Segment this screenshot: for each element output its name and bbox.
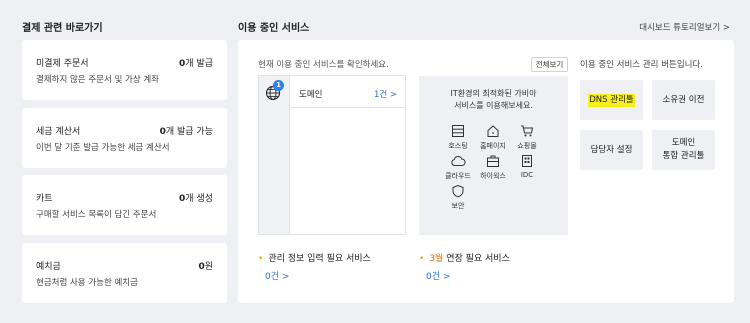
domain-service-row[interactable]: 도메인 1건 > <box>290 76 405 108</box>
renewal-required-count-link[interactable]: 0건 > <box>426 269 450 282</box>
domain-integrated-manager-button[interactable]: 도메인 통합 관리툴 <box>652 130 715 170</box>
hosting-icon <box>452 125 464 137</box>
card-count: 0개 발급 <box>179 59 213 69</box>
promo-hosting[interactable]: 호스팅 <box>441 124 475 151</box>
card-name: 세금 계산서 <box>36 127 81 137</box>
services-panel: 현재 이용 중인 서비스를 확인하세요. 전체보기 1 도메인 1건 > IT환… <box>238 40 734 303</box>
service-count-badge: 1 <box>273 80 284 91</box>
dns-manager-label: DNS 관리툴 <box>588 93 635 107</box>
cloud-icon <box>451 156 466 166</box>
info-required-label: • 관리 정보 입력 필요 서비스 <box>258 254 371 264</box>
services-intro: 현재 이용 중인 서비스를 확인하세요. <box>258 60 389 70</box>
promo-shopping[interactable]: 쇼핑몰 <box>510 124 544 151</box>
promo-hiworks[interactable]: 하이웍스 <box>476 154 510 181</box>
card-count: 0개 발급 가능 <box>159 127 213 137</box>
contact-settings-button[interactable]: 담당자 설정 <box>580 130 643 170</box>
promo-cloud[interactable]: 클라우드 <box>441 154 475 181</box>
dns-manager-button[interactable]: DNS 관리툴 <box>580 80 643 120</box>
promo-security[interactable]: 보안 <box>441 184 475 211</box>
promo-text-line2: 서비스를 이용해보세요. <box>454 101 533 110</box>
card-desc: 결제하지 않은 주문서 및 가상 계좌 <box>36 75 159 85</box>
tutorial-link[interactable]: 대시보드 튜토리얼보기 > <box>639 21 730 33</box>
payment-section-title: 결제 관련 바로가기 <box>22 23 103 34</box>
domain-label: 도메인 <box>299 90 323 100</box>
renewal-required-label: • 3월 연장 필요 서비스 <box>419 254 510 264</box>
card-name: 미결제 주문서 <box>36 59 89 69</box>
management-note: 이용 중인 서비스 관리 버튼입니다. <box>580 60 703 70</box>
view-all-button[interactable]: 전체보기 <box>531 57 568 72</box>
ownership-transfer-button[interactable]: 소유권 이전 <box>652 80 715 120</box>
promo-homepage[interactable]: 홈페이지 <box>476 124 510 151</box>
promo-idc[interactable]: IDC <box>510 154 544 179</box>
service-promo-box: IT환경의 최적화된 가비아 서비스를 이용해보세요. 호스팅 홈페이지 쇼핑몰… <box>419 76 568 235</box>
card-name: 예치금 <box>36 262 61 272</box>
domain-count-link[interactable]: 1건 > <box>374 88 397 100</box>
shopping-cart-icon <box>521 125 534 137</box>
hiworks-icon <box>487 155 499 167</box>
service-list-sidebar: 1 <box>259 76 290 234</box>
tax-invoice-card[interactable]: 세금 계산서 0개 발급 가능 이번 달 기준 발급 가능한 세금 계산서 <box>22 108 227 168</box>
service-list: 1 도메인 1건 > <box>258 75 406 235</box>
security-shield-icon <box>452 184 464 198</box>
promo-text-line1: IT환경의 최적화된 가비아 <box>450 89 537 98</box>
card-count: 0개 생성 <box>179 194 213 204</box>
homepage-icon <box>487 125 499 137</box>
card-desc: 이번 달 기준 발급 가능한 세금 계산서 <box>36 143 170 153</box>
services-section-title: 이용 중인 서비스 <box>238 23 310 34</box>
card-desc: 구매할 서비스 목록이 담긴 주문서 <box>36 210 157 220</box>
idc-icon <box>522 155 532 167</box>
card-name: 카트 <box>36 194 53 204</box>
unpaid-orders-card[interactable]: 미결제 주문서 0개 발급 결제하지 않은 주문서 및 가상 계좌 <box>22 40 227 100</box>
deposit-card[interactable]: 예치금 0원 현금처럼 사용 가능한 예치금 <box>22 243 227 303</box>
info-required-count-link[interactable]: 0건 > <box>265 269 289 282</box>
card-desc: 현금처럼 사용 가능한 예치금 <box>36 278 138 288</box>
card-count: 0원 <box>198 262 213 272</box>
cart-card[interactable]: 카트 0개 생성 구매할 서비스 목록이 담긴 주문서 <box>22 175 227 235</box>
